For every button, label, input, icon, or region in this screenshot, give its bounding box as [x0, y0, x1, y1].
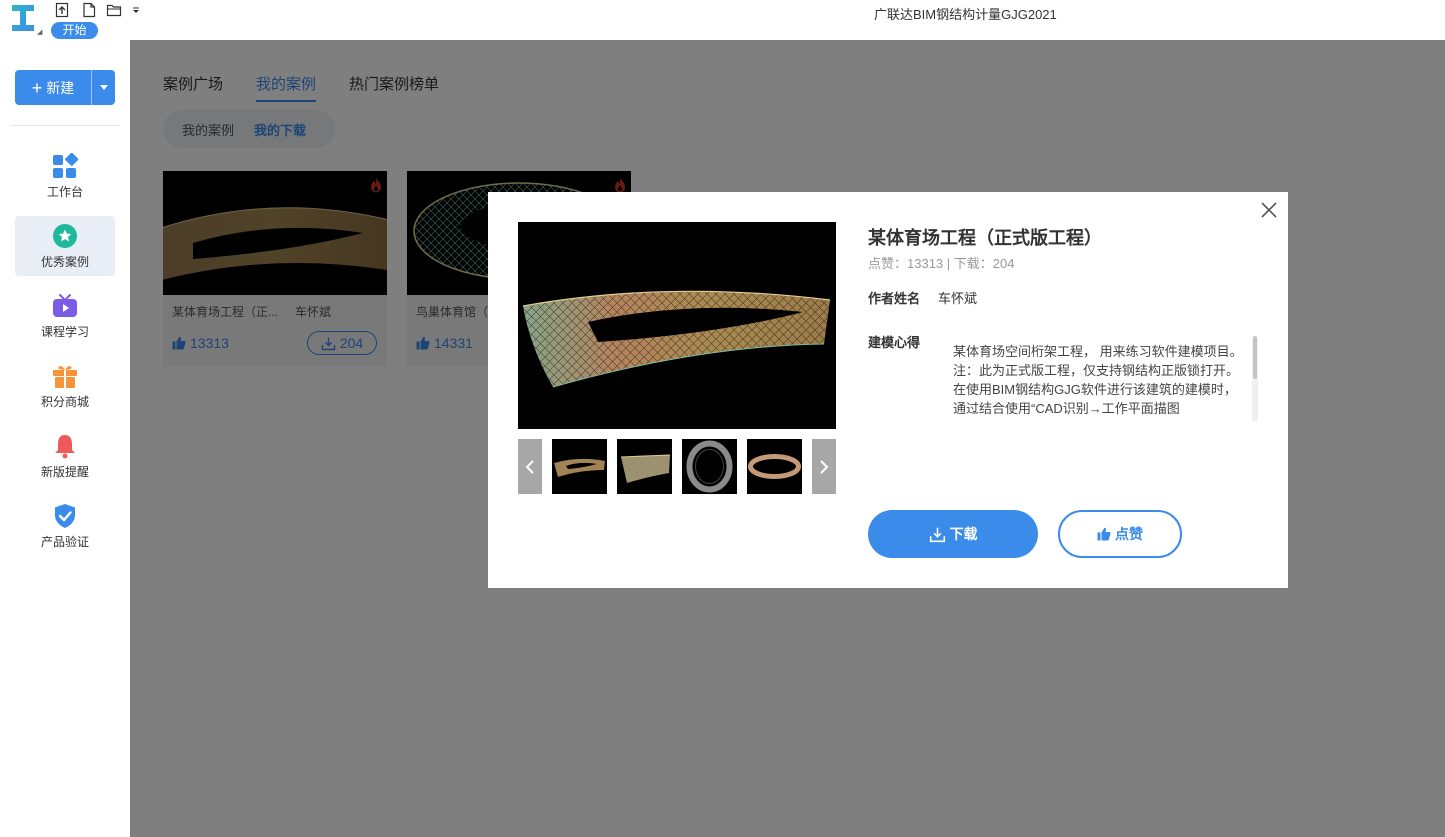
tv-icon	[53, 294, 77, 317]
author-label: 作者姓名	[868, 291, 921, 306]
download-icon	[929, 527, 945, 542]
chevron-right-icon	[820, 459, 829, 474]
new-split-button: + 新建	[15, 70, 115, 105]
image-thumbnail[interactable]	[682, 439, 737, 494]
download-button[interactable]: 下载	[868, 510, 1038, 558]
bell-icon	[55, 435, 75, 459]
sidebar-item-points-mall[interactable]: 积分商城	[15, 356, 115, 416]
sidebar-item-label: 优秀案例	[40, 255, 89, 269]
thumbs-up-icon	[1097, 527, 1111, 541]
gift-icon	[53, 366, 77, 388]
notes-scrollbar-thumb[interactable]	[1253, 336, 1257, 379]
sidebar-item-excellent-cases[interactable]: 优秀案例	[15, 216, 115, 276]
download-button-label: 下载	[949, 526, 978, 542]
notes-paragraph: 在使用BIM钢结构GJG软件进行该建筑的建模时，通过结合使用“CAD识别→工作平…	[953, 382, 1237, 416]
title-bar: ◢ 开始 广联达BIM钢结构计量GJG2021	[0, 0, 1445, 40]
new-dropdown-button[interactable]	[92, 70, 115, 105]
open-folder-icon[interactable]	[106, 2, 122, 18]
sidebar-item-release-notes[interactable]: 新版提醒	[15, 426, 115, 486]
sidebar-item-label: 产品验证	[40, 535, 89, 549]
image-thumbnail[interactable]	[747, 439, 802, 494]
sidebar-divider	[10, 125, 120, 126]
caret-down-icon	[99, 84, 108, 90]
new-file-icon[interactable]	[81, 2, 97, 18]
customize-caret-icon[interactable]	[131, 2, 141, 18]
start-tab-button[interactable]: 开始	[51, 22, 98, 39]
sidebar-item-label: 新版提醒	[40, 465, 89, 479]
logo-menu-caret-icon[interactable]: ◢	[37, 28, 42, 36]
sidebar-item-label: 课程学习	[40, 325, 89, 339]
author-name: 车怀斌	[938, 291, 978, 306]
shield-check-icon	[55, 504, 75, 528]
grid-icon	[53, 153, 78, 178]
case-title: 某体育场工程（正式版工程）	[868, 228, 1102, 248]
new-button-label: 新建	[46, 79, 75, 96]
like-button-label: 点赞	[1115, 526, 1143, 542]
sidebar-item-product-verify[interactable]: 产品验证	[15, 496, 115, 556]
sidebar-item-label: 工作台	[46, 185, 83, 199]
plus-icon: +	[31, 77, 43, 98]
next-image-button[interactable]	[812, 439, 836, 494]
modeling-notes-text[interactable]: 某体育场空间桁架工程， 用来练习软件建模项目。注：此为正式版工程，仅支持钢结构正…	[953, 338, 1243, 423]
case-preview-image	[518, 222, 836, 429]
sidebar-item-workbench[interactable]: 工作台	[15, 146, 115, 206]
image-thumbnail[interactable]	[617, 439, 672, 494]
import-icon[interactable]	[54, 2, 70, 18]
app-title: 广联达BIM钢结构计量GJG2021	[874, 7, 1057, 22]
prev-image-button[interactable]	[518, 439, 542, 494]
modeling-notes-label: 建模心得	[868, 335, 921, 350]
left-sidebar: + 新建 工作台 优秀案例 课程学习 积分商城 新版提醒 产品验证	[0, 40, 130, 837]
notes-paragraph: 某体育场空间桁架工程， 用来练习软件建模项目。注：此为正式版工程，仅支持钢结构正…	[953, 344, 1243, 378]
sidebar-item-label: 积分商城	[40, 395, 89, 409]
close-icon[interactable]	[1260, 201, 1278, 219]
case-stats: 点赞：13313 | 下载：204	[868, 256, 1015, 271]
image-thumbnail[interactable]	[552, 439, 607, 494]
new-button[interactable]: + 新建	[15, 70, 91, 105]
app-logo-icon[interactable]	[10, 3, 36, 33]
case-detail-dialog: 某体育场工程（正式版工程） 点赞：13313 | 下载：204 作者姓名 车怀斌…	[488, 192, 1288, 588]
sidebar-item-courses[interactable]: 课程学习	[15, 286, 115, 346]
chevron-left-icon	[525, 459, 534, 474]
star-badge-icon	[53, 224, 77, 248]
like-button[interactable]: 点赞	[1058, 510, 1182, 558]
